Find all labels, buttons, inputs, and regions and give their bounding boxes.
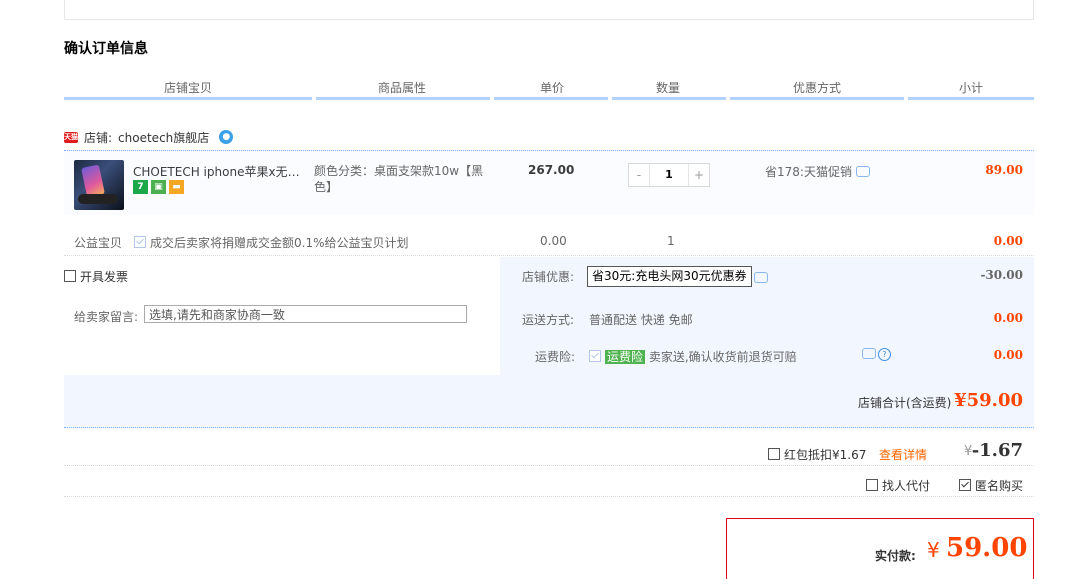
store-discount-amount: -30.00 <box>980 268 1023 282</box>
quantity-stepper: - 1 + <box>628 163 710 187</box>
header-item: 店铺宝贝 <box>164 81 213 95</box>
anonymous-label: 匿名购买 <box>975 479 1024 493</box>
red-packet-amount: -1.67 <box>971 440 1023 461</box>
wangwang-chat-icon[interactable]: ● <box>219 130 234 144</box>
charity-checkbox <box>134 236 146 248</box>
divider <box>64 255 1034 256</box>
header-divider <box>612 97 726 100</box>
item-promotion: 省178:天猫促销 <box>765 163 870 180</box>
insurance-amount: 0.00 <box>993 348 1023 362</box>
message-icon[interactable] <box>862 348 876 359</box>
proxy-pay-label: 找人代付 <box>882 479 931 493</box>
red-packet-option[interactable]: 红包抵扣¥1.67 <box>768 446 866 463</box>
item-subtotal: 89.00 <box>985 163 1023 177</box>
shipping-insurance-label: 运费险: <box>535 350 576 364</box>
credit-card-icon[interactable]: ▬ <box>169 180 184 194</box>
shop-total-value: ¥59.00 <box>954 390 1023 411</box>
seller-message-input[interactable]: 选填,请先和商家协商一致 <box>144 305 467 323</box>
charity-quantity: 1 <box>667 234 675 248</box>
final-pay-label: 实付款: <box>875 549 916 563</box>
previous-section-box <box>64 0 1034 20</box>
header-divider <box>730 97 904 100</box>
shipping-label: 运送方式: <box>522 313 575 327</box>
header-divider <box>64 97 312 100</box>
charity-price: 0.00 <box>540 234 567 248</box>
item-badges: 7 ▣ ▬ <box>133 180 184 194</box>
divider <box>64 465 1034 466</box>
insurance-icons: ? <box>862 348 891 361</box>
invoice-checkbox[interactable] <box>64 270 76 282</box>
item-thumbnail[interactable] <box>74 160 124 210</box>
shipping-amount: 0.00 <box>993 311 1023 325</box>
divider <box>64 496 1034 497</box>
anonymous-checkbox[interactable] <box>959 479 971 491</box>
red-packet-label: 红包抵扣¥1.67 <box>784 448 867 462</box>
insurance-text: 卖家送,确认收货前退货可赔 <box>648 350 797 364</box>
proxy-pay-option[interactable]: 找人代付 <box>866 477 930 494</box>
shop-name-link[interactable]: choetech旗舰店 <box>118 129 209 146</box>
shop-row: 天猫 店铺: choetech旗舰店 ● <box>64 128 234 146</box>
message-icon[interactable] <box>855 166 870 177</box>
final-pay-yen: ¥ <box>927 538 940 562</box>
header-discount: 优惠方式 <box>793 81 842 95</box>
warranty-icon[interactable]: ▣ <box>151 180 166 194</box>
shop-prefix: 店铺: <box>84 130 113 145</box>
red-packet-details-link[interactable]: 查看详情 <box>879 446 927 463</box>
charity-row: 成交后卖家将捐赠成交金额0.1%给公益宝贝计划 <box>134 234 409 251</box>
red-packet-checkbox[interactable] <box>768 448 780 460</box>
item-row <box>64 150 1034 215</box>
shipping-insurance-row: 运费险 卖家送,确认收货前退货可赔 <box>589 348 797 365</box>
shop-total-label: 店铺合计(含运费) <box>858 396 952 410</box>
header-subtotal: 小计 <box>959 81 984 95</box>
item-unit-price: 267.00 <box>528 163 575 177</box>
qty-minus-button[interactable]: - <box>629 164 649 186</box>
seven-day-return-icon[interactable]: 7 <box>133 180 148 194</box>
seller-message-label: 给卖家留言: <box>74 310 139 324</box>
header-divider <box>316 97 490 100</box>
final-pay-amount: 59.00 <box>946 533 1028 563</box>
invoice-label: 开具发票 <box>80 270 129 284</box>
item-property: 颜色分类：桌面支架款10w【黑色】 <box>314 164 484 194</box>
message-icon[interactable] <box>754 272 768 283</box>
help-icon[interactable]: ? <box>878 348 891 361</box>
invoice-option[interactable]: 开具发票 <box>64 268 128 285</box>
charity-subtotal: 0.00 <box>993 234 1023 248</box>
header-quantity: 数量 <box>656 81 681 95</box>
insurance-tag: 运费险 <box>605 350 646 364</box>
charity-label: 公益宝贝 <box>74 236 123 250</box>
header-property: 商品属性 <box>378 81 427 95</box>
anonymous-option[interactable]: 匿名购买 <box>959 477 1023 494</box>
header-divider <box>494 97 608 100</box>
header-price: 单价 <box>540 81 565 95</box>
header-divider <box>908 97 1034 100</box>
promotion-text: 省178:天猫促销 <box>765 165 852 179</box>
item-name-link[interactable]: CHOETECH iphone苹果x无线充电器iPhone8plus手机 <box>133 163 309 180</box>
qty-plus-button[interactable]: + <box>689 164 709 186</box>
shipping-method: 普通配送 快递 免邮 <box>589 313 693 327</box>
proxy-pay-checkbox[interactable] <box>866 479 878 491</box>
insurance-checkbox <box>589 350 601 362</box>
store-discount-label: 店铺优惠: <box>522 270 575 284</box>
store-coupon-select[interactable]: 省30元:充电头网30元优惠券 <box>587 266 752 287</box>
qty-input[interactable]: 1 <box>649 164 689 186</box>
tmall-icon: 天猫 <box>64 131 78 143</box>
charity-text: 成交后卖家将捐赠成交金额0.1%给公益宝贝计划 <box>150 236 409 250</box>
section-title: 确认订单信息 <box>64 41 148 57</box>
